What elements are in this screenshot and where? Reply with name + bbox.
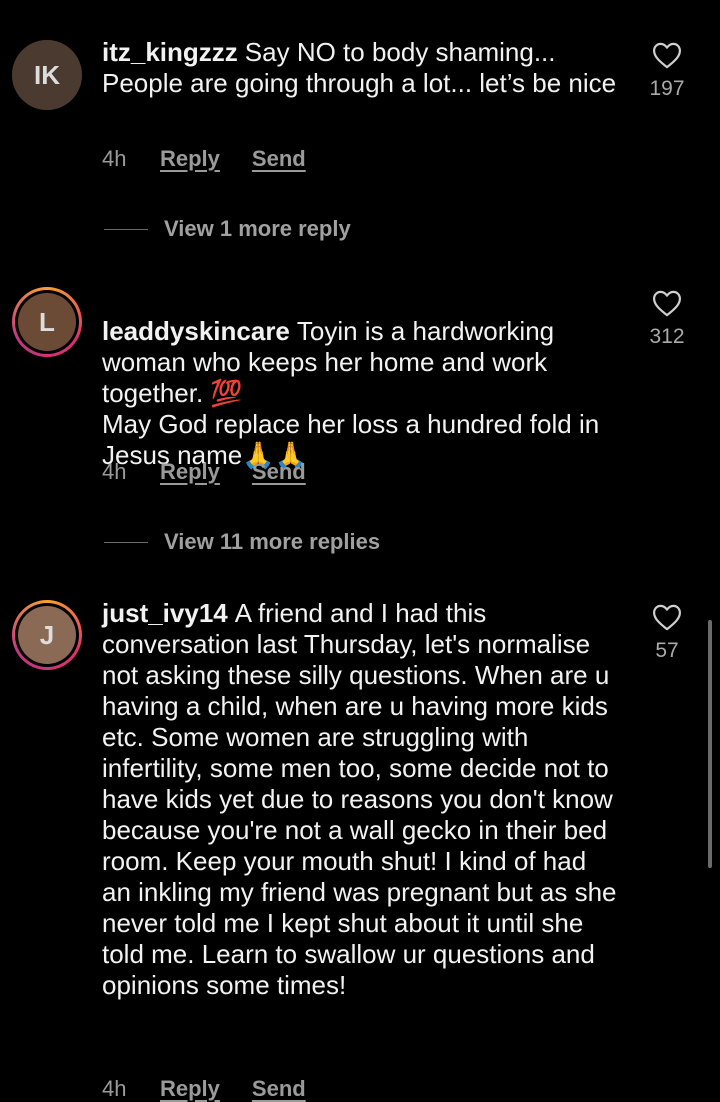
reply-button[interactable]: Reply	[160, 1076, 220, 1102]
like-button[interactable]: 57	[640, 604, 694, 663]
view-replies-button[interactable]: View 11 more replies	[104, 529, 380, 555]
divider	[104, 541, 148, 543]
divider	[104, 228, 148, 230]
like-button[interactable]: 197	[640, 42, 694, 101]
send-button[interactable]: Send	[252, 1076, 306, 1102]
view-replies-button[interactable]: View 1 more reply	[104, 216, 351, 242]
send-button[interactable]: Send	[252, 146, 306, 172]
heart-outline-icon	[653, 42, 681, 69]
comment-time: 4h	[102, 1076, 127, 1101]
avatar[interactable]: J	[12, 600, 82, 670]
comment-time: 4h	[102, 146, 127, 171]
avatar[interactable]: L	[12, 287, 82, 357]
reply-button[interactable]: Reply	[160, 146, 220, 172]
like-count: 57	[655, 639, 679, 662]
comment-body: just_ivy14 A friend and I had this conver…	[102, 598, 617, 1001]
send-button[interactable]: Send	[252, 459, 306, 485]
comment-body: itz_kingzzz Say NO to body shaming... Peo…	[102, 37, 617, 99]
comment-username[interactable]: leaddyskincare	[102, 316, 290, 346]
comment-meta: 4h Reply Send	[102, 459, 338, 485]
reply-button[interactable]: Reply	[160, 459, 220, 485]
comment-meta: 4h Reply Send	[102, 146, 338, 172]
scrollbar[interactable]	[708, 620, 712, 868]
view-replies-label: View 1 more reply	[164, 216, 351, 241]
like-count: 312	[649, 325, 685, 348]
avatar-story-ring: J	[15, 603, 79, 667]
heart-outline-icon	[653, 290, 681, 317]
comment-time: 4h	[102, 459, 127, 484]
avatar-story-ring: L	[15, 290, 79, 354]
comment-username[interactable]: just_ivy14	[102, 598, 228, 628]
avatar-initials: L	[18, 293, 76, 351]
like-button[interactable]: 312	[640, 290, 694, 349]
comment-text: A friend and I had this conversation las…	[102, 598, 617, 1000]
like-count: 197	[649, 77, 685, 100]
avatar[interactable]: IK	[12, 40, 82, 110]
comment-meta: 4h Reply Send	[102, 1076, 338, 1102]
comment-username[interactable]: itz_kingzzz	[102, 37, 238, 67]
comment-body: leaddyskincare Toyin is a hardworking wom…	[102, 285, 617, 471]
view-replies-label: View 11 more replies	[164, 529, 381, 554]
avatar-initials: J	[18, 606, 76, 664]
heart-outline-icon	[653, 604, 681, 631]
avatar-initials: IK	[12, 40, 82, 110]
